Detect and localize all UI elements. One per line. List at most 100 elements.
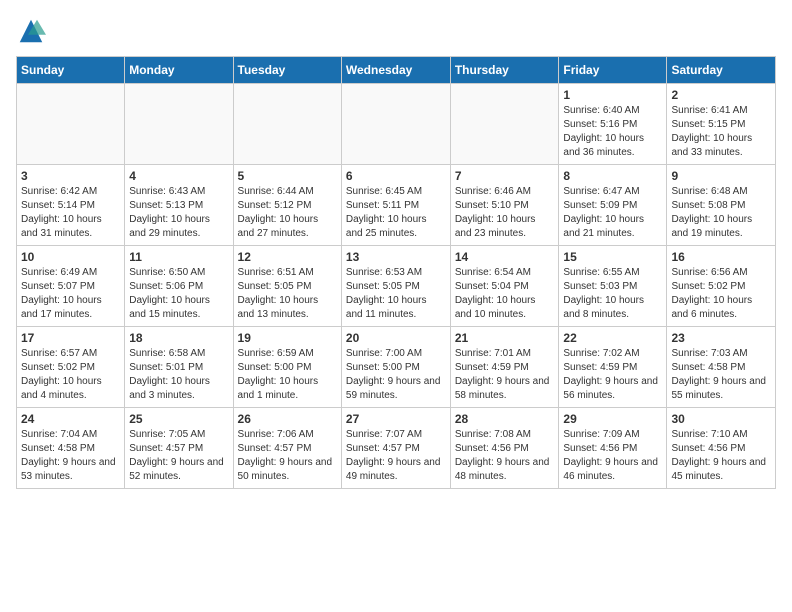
page-header bbox=[16, 16, 776, 46]
day-number: 9 bbox=[671, 169, 771, 183]
calendar-cell: 19 Sunrise: 6:59 AMSunset: 5:00 PMDayligh… bbox=[233, 327, 341, 408]
day-number: 10 bbox=[21, 250, 120, 264]
day-number: 20 bbox=[346, 331, 446, 345]
calendar-header-monday: Monday bbox=[125, 57, 233, 84]
day-number: 29 bbox=[563, 412, 662, 426]
day-info: Sunrise: 6:49 AMSunset: 5:07 PMDaylight:… bbox=[21, 266, 120, 322]
calendar-cell: 2 Sunrise: 6:41 AMSunset: 5:15 PMDaylight… bbox=[667, 84, 776, 165]
day-number: 14 bbox=[455, 250, 555, 264]
day-number: 17 bbox=[21, 331, 120, 345]
calendar-week-row: 1 Sunrise: 6:40 AMSunset: 5:16 PMDaylight… bbox=[17, 84, 776, 165]
day-info: Sunrise: 7:07 AMSunset: 4:57 PMDaylight:… bbox=[346, 428, 446, 484]
calendar-cell: 25 Sunrise: 7:05 AMSunset: 4:57 PMDayligh… bbox=[125, 408, 233, 489]
day-number: 30 bbox=[671, 412, 771, 426]
day-info: Sunrise: 7:00 AMSunset: 5:00 PMDaylight:… bbox=[346, 347, 446, 403]
calendar-cell: 10 Sunrise: 6:49 AMSunset: 5:07 PMDayligh… bbox=[17, 246, 125, 327]
day-number: 4 bbox=[129, 169, 228, 183]
day-number: 27 bbox=[346, 412, 446, 426]
calendar-cell: 30 Sunrise: 7:10 AMSunset: 4:56 PMDayligh… bbox=[667, 408, 776, 489]
day-number: 13 bbox=[346, 250, 446, 264]
calendar-week-row: 10 Sunrise: 6:49 AMSunset: 5:07 PMDayligh… bbox=[17, 246, 776, 327]
calendar-header-row: SundayMondayTuesdayWednesdayThursdayFrid… bbox=[17, 57, 776, 84]
day-info: Sunrise: 6:59 AMSunset: 5:00 PMDaylight:… bbox=[238, 347, 337, 403]
calendar-cell bbox=[125, 84, 233, 165]
calendar-header-thursday: Thursday bbox=[450, 57, 559, 84]
calendar-cell: 7 Sunrise: 6:46 AMSunset: 5:10 PMDaylight… bbox=[450, 165, 559, 246]
day-info: Sunrise: 6:58 AMSunset: 5:01 PMDaylight:… bbox=[129, 347, 228, 403]
day-info: Sunrise: 6:48 AMSunset: 5:08 PMDaylight:… bbox=[671, 185, 771, 241]
calendar-cell: 8 Sunrise: 6:47 AMSunset: 5:09 PMDaylight… bbox=[559, 165, 667, 246]
calendar-cell bbox=[233, 84, 341, 165]
calendar-cell: 12 Sunrise: 6:51 AMSunset: 5:05 PMDayligh… bbox=[233, 246, 341, 327]
day-info: Sunrise: 7:02 AMSunset: 4:59 PMDaylight:… bbox=[563, 347, 662, 403]
day-number: 1 bbox=[563, 88, 662, 102]
calendar-cell: 11 Sunrise: 6:50 AMSunset: 5:06 PMDayligh… bbox=[125, 246, 233, 327]
calendar-cell: 3Sunrise: 6:42 AMSunset: 5:14 PMDaylight… bbox=[17, 165, 125, 246]
day-info: Sunrise: 6:57 AMSunset: 5:02 PMDaylight:… bbox=[21, 347, 120, 403]
day-info: Sunrise: 6:41 AMSunset: 5:15 PMDaylight:… bbox=[671, 104, 771, 160]
day-info: Sunrise: 7:09 AMSunset: 4:56 PMDaylight:… bbox=[563, 428, 662, 484]
day-number: 6 bbox=[346, 169, 446, 183]
day-info: Sunrise: 6:46 AMSunset: 5:10 PMDaylight:… bbox=[455, 185, 555, 241]
day-number: 5 bbox=[238, 169, 337, 183]
day-info: Sunrise: 7:08 AMSunset: 4:56 PMDaylight:… bbox=[455, 428, 555, 484]
day-number: 25 bbox=[129, 412, 228, 426]
day-number: 19 bbox=[238, 331, 337, 345]
calendar-cell: 27 Sunrise: 7:07 AMSunset: 4:57 PMDayligh… bbox=[341, 408, 450, 489]
calendar-header-sunday: Sunday bbox=[17, 57, 125, 84]
calendar-week-row: 24 Sunrise: 7:04 AMSunset: 4:58 PMDayligh… bbox=[17, 408, 776, 489]
calendar-table: SundayMondayTuesdayWednesdayThursdayFrid… bbox=[16, 56, 776, 489]
day-info: Sunrise: 6:51 AMSunset: 5:05 PMDaylight:… bbox=[238, 266, 337, 322]
calendar-cell: 1 Sunrise: 6:40 AMSunset: 5:16 PMDaylight… bbox=[559, 84, 667, 165]
calendar-cell: 6 Sunrise: 6:45 AMSunset: 5:11 PMDaylight… bbox=[341, 165, 450, 246]
calendar-cell: 29 Sunrise: 7:09 AMSunset: 4:56 PMDayligh… bbox=[559, 408, 667, 489]
day-number: 22 bbox=[563, 331, 662, 345]
day-info: Sunrise: 7:03 AMSunset: 4:58 PMDaylight:… bbox=[671, 347, 771, 403]
day-info: Sunrise: 6:40 AMSunset: 5:16 PMDaylight:… bbox=[563, 104, 662, 160]
day-info: Sunrise: 7:05 AMSunset: 4:57 PMDaylight:… bbox=[129, 428, 228, 484]
day-info: Sunrise: 6:54 AMSunset: 5:04 PMDaylight:… bbox=[455, 266, 555, 322]
day-number: 24 bbox=[21, 412, 120, 426]
day-number: 16 bbox=[671, 250, 771, 264]
calendar-cell: 24 Sunrise: 7:04 AMSunset: 4:58 PMDayligh… bbox=[17, 408, 125, 489]
calendar-cell: 20 Sunrise: 7:00 AMSunset: 5:00 PMDayligh… bbox=[341, 327, 450, 408]
day-info: Sunrise: 7:10 AMSunset: 4:56 PMDaylight:… bbox=[671, 428, 771, 484]
calendar-cell: 17 Sunrise: 6:57 AMSunset: 5:02 PMDayligh… bbox=[17, 327, 125, 408]
day-number: 11 bbox=[129, 250, 228, 264]
day-info: Sunrise: 7:06 AMSunset: 4:57 PMDaylight:… bbox=[238, 428, 337, 484]
logo bbox=[16, 16, 48, 46]
day-info: Sunrise: 6:43 AMSunset: 5:13 PMDaylight:… bbox=[129, 185, 228, 241]
calendar-cell: 14 Sunrise: 6:54 AMSunset: 5:04 PMDayligh… bbox=[450, 246, 559, 327]
day-number: 18 bbox=[129, 331, 228, 345]
day-info: Sunrise: 6:56 AMSunset: 5:02 PMDaylight:… bbox=[671, 266, 771, 322]
calendar-cell: 13 Sunrise: 6:53 AMSunset: 5:05 PMDayligh… bbox=[341, 246, 450, 327]
day-info: Sunrise: 6:50 AMSunset: 5:06 PMDaylight:… bbox=[129, 266, 228, 322]
calendar-cell: 5 Sunrise: 6:44 AMSunset: 5:12 PMDaylight… bbox=[233, 165, 341, 246]
day-number: 28 bbox=[455, 412, 555, 426]
day-info: Sunrise: 7:04 AMSunset: 4:58 PMDaylight:… bbox=[21, 428, 120, 484]
day-info: Sunrise: 6:44 AMSunset: 5:12 PMDaylight:… bbox=[238, 185, 337, 241]
calendar-week-row: 17 Sunrise: 6:57 AMSunset: 5:02 PMDayligh… bbox=[17, 327, 776, 408]
calendar-cell: 21 Sunrise: 7:01 AMSunset: 4:59 PMDayligh… bbox=[450, 327, 559, 408]
calendar-header-wednesday: Wednesday bbox=[341, 57, 450, 84]
day-number: 15 bbox=[563, 250, 662, 264]
day-number: 21 bbox=[455, 331, 555, 345]
day-info: Sunrise: 6:53 AMSunset: 5:05 PMDaylight:… bbox=[346, 266, 446, 322]
calendar-cell: 18 Sunrise: 6:58 AMSunset: 5:01 PMDayligh… bbox=[125, 327, 233, 408]
calendar-cell: 15 Sunrise: 6:55 AMSunset: 5:03 PMDayligh… bbox=[559, 246, 667, 327]
day-number: 12 bbox=[238, 250, 337, 264]
calendar-header-tuesday: Tuesday bbox=[233, 57, 341, 84]
day-info: Sunrise: 6:55 AMSunset: 5:03 PMDaylight:… bbox=[563, 266, 662, 322]
day-number: 7 bbox=[455, 169, 555, 183]
day-number: 23 bbox=[671, 331, 771, 345]
calendar-cell: 4 Sunrise: 6:43 AMSunset: 5:13 PMDaylight… bbox=[125, 165, 233, 246]
calendar-week-row: 3Sunrise: 6:42 AMSunset: 5:14 PMDaylight… bbox=[17, 165, 776, 246]
day-number: 8 bbox=[563, 169, 662, 183]
day-info: Sunrise: 6:45 AMSunset: 5:11 PMDaylight:… bbox=[346, 185, 446, 241]
day-info: Sunrise: 6:47 AMSunset: 5:09 PMDaylight:… bbox=[563, 185, 662, 241]
calendar-cell: 16 Sunrise: 6:56 AMSunset: 5:02 PMDayligh… bbox=[667, 246, 776, 327]
calendar-cell: 23 Sunrise: 7:03 AMSunset: 4:58 PMDayligh… bbox=[667, 327, 776, 408]
day-number: 2 bbox=[671, 88, 771, 102]
calendar-cell bbox=[17, 84, 125, 165]
day-info: Sunrise: 7:01 AMSunset: 4:59 PMDaylight:… bbox=[455, 347, 555, 403]
